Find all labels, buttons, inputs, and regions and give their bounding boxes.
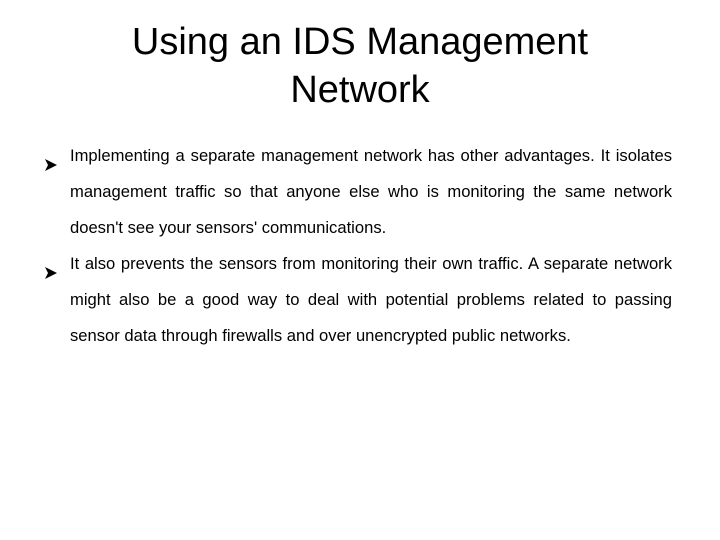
arrowhead-bullet-icon: [44, 257, 58, 279]
bullet-text: Implementing a separate management netwo…: [70, 146, 672, 237]
bullet-item: Implementing a separate management netwo…: [44, 138, 672, 246]
bullet-item: It also prevents the sensors from monito…: [44, 246, 672, 354]
arrowhead-bullet-icon: [44, 149, 58, 171]
slide-title: Using an IDS Management Network: [131, 21, 589, 111]
bullet-text: It also prevents the sensors from monito…: [70, 254, 672, 345]
bullet-list: Implementing a separate management netwo…: [44, 138, 672, 354]
